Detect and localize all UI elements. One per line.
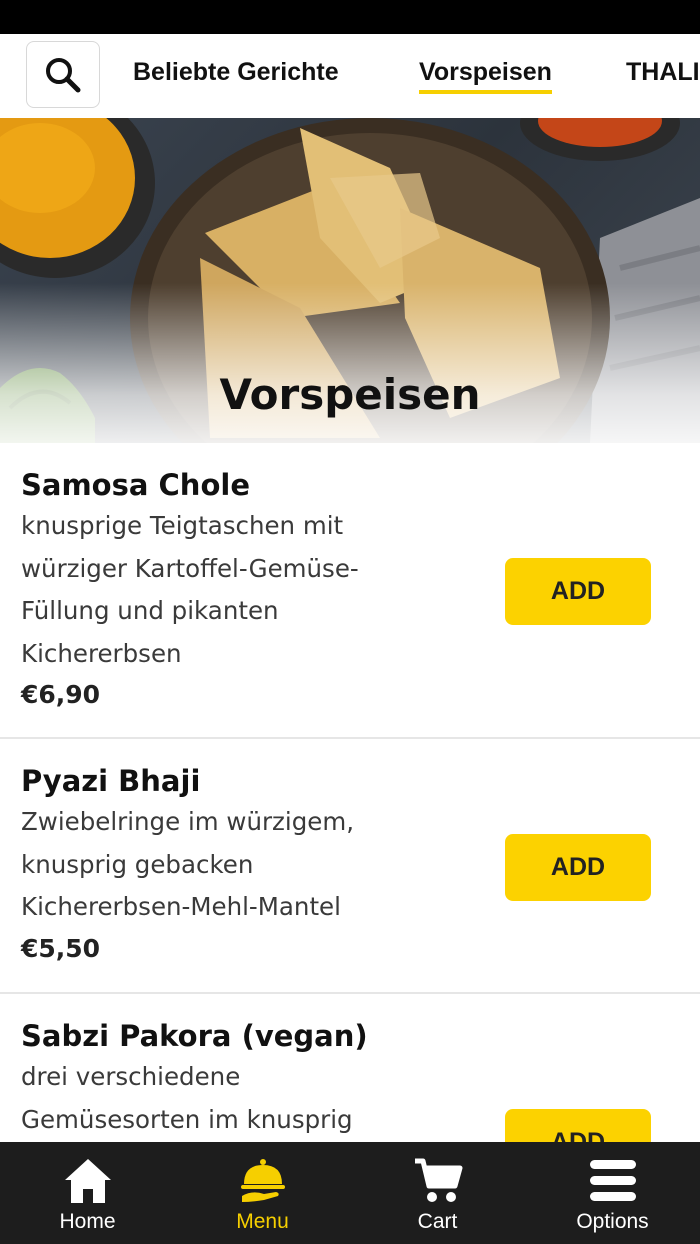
nav-home[interactable]: Home <box>0 1142 175 1244</box>
item-description: Zwiebelringe im würzigem, knusprig gebac… <box>21 807 354 921</box>
nav-cart[interactable]: Cart <box>350 1142 525 1244</box>
category-hero-image: Vorspeisen <box>0 118 700 443</box>
search-button[interactable] <box>26 41 100 108</box>
nav-options[interactable]: Options <box>525 1142 700 1244</box>
item-price: €5,50 <box>21 933 101 963</box>
cloche-icon <box>240 1159 285 1202</box>
tab-beliebte-gerichte[interactable]: Beliebte Gerichte <box>133 58 339 90</box>
menu-item: Samosa Chole knusprige Teigtaschen mit w… <box>0 443 700 739</box>
nav-options-label: Options <box>576 1210 649 1233</box>
item-description: knusprige Teigtaschen mit würziger Karto… <box>21 511 359 668</box>
nav-cart-label: Cart <box>417 1210 458 1233</box>
category-title: Vorspeisen <box>219 370 481 419</box>
cart-icon <box>414 1158 462 1202</box>
add-button[interactable]: ADD <box>505 1109 651 1143</box>
nav-home-label: Home <box>59 1210 116 1233</box>
nav-menu[interactable]: Menu <box>175 1142 350 1244</box>
item-name: Sabzi Pakora (vegan) <box>21 1019 368 1053</box>
status-bar <box>0 0 700 34</box>
item-name: Samosa Chole <box>21 468 250 502</box>
home-icon <box>64 1159 111 1203</box>
menu-item: Pyazi Bhaji Zwiebelringe im würzigem, kn… <box>0 739 700 994</box>
item-description: drei verschiedene Gemüsesorten im knuspr… <box>21 1062 353 1134</box>
nav-menu-label: Menu <box>236 1210 289 1233</box>
tab-vorspeisen[interactable]: Vorspeisen <box>419 58 552 94</box>
add-button[interactable]: ADD <box>505 558 651 625</box>
menu-icon <box>589 1160 636 1201</box>
menu-item-list: Samosa Chole knusprige Teigtaschen mit w… <box>0 443 700 1143</box>
category-nav: Beliebte Gerichte Vorspeisen THALI <box>0 34 700 118</box>
bottom-navigation: Home Menu Cart Options <box>0 1142 700 1244</box>
search-icon <box>46 57 81 92</box>
add-button[interactable]: ADD <box>505 834 651 901</box>
menu-item: Sabzi Pakora (vegan) drei verschiedene G… <box>0 994 700 1143</box>
hero-fade <box>0 283 700 443</box>
tab-thali[interactable]: THALI <box>626 58 700 90</box>
item-price: €6,90 <box>21 680 101 709</box>
item-name: Pyazi Bhaji <box>21 764 201 798</box>
